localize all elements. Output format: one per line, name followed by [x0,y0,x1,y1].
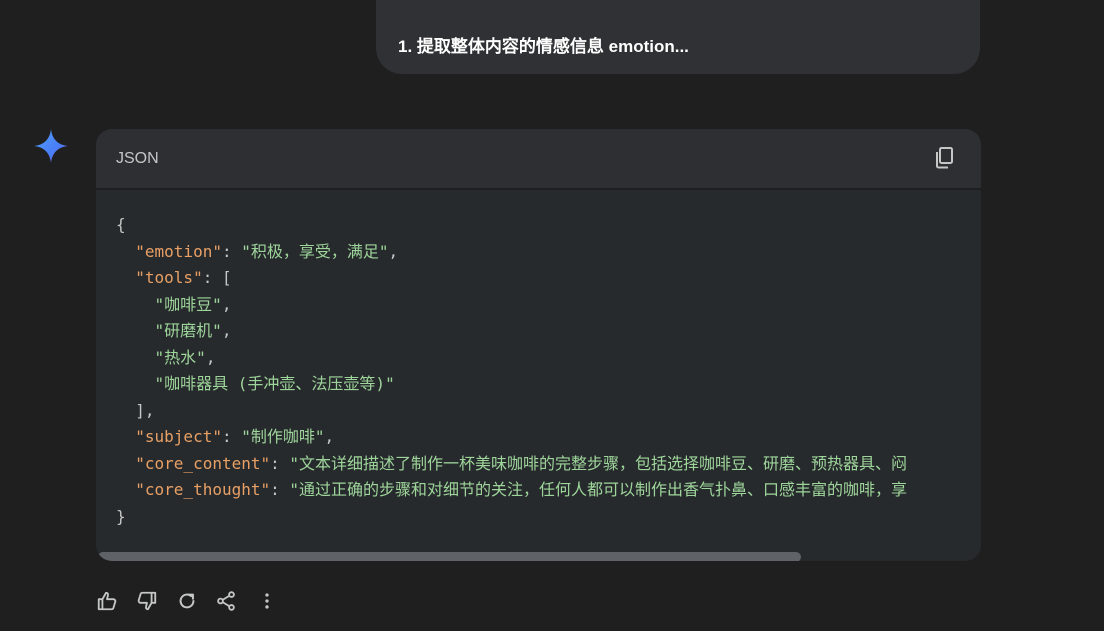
user-message-bubble: 1. 提取整体内容的情感信息 emotion... [376,0,980,74]
code-line: "热水", [154,347,216,367]
json-string: "通过正确的步骤和对细节的关注，任何人都可以制作出香气扑鼻、口感丰富的咖啡，享 [289,480,908,499]
code-block: JSON { "emotion": "积极，享受，满足", "tools": [… [96,129,981,561]
code-line: "subject": "制作咖啡", [135,427,335,446]
thumbs-down-button[interactable] [135,589,159,613]
bracket-open: [ [221,268,232,287]
code-language-label: JSON [116,150,159,167]
json-string: "研磨机" [154,321,222,340]
more-options-button[interactable] [255,589,279,613]
json-key: "core_thought" [135,480,271,499]
code-line: } [116,504,981,531]
more-options-icon [265,593,269,609]
json-string: "文本详细描述了制作一杯美味咖啡的完整步骤，包括选择咖啡豆、研磨、预热器具、闷 [289,453,908,473]
brace-close: } [116,506,126,526]
json-key: "tools" [135,268,203,287]
code-line: { [116,212,981,239]
code-line: ], [116,398,981,425]
thumbs-down-icon [137,591,157,611]
code-line: "研磨机", [154,321,232,340]
code-line: "咖啡器具 (手冲壶、法压壶等)" [116,371,981,398]
code-line: "咖啡豆", [154,294,232,314]
json-string: "咖啡豆" [154,294,222,314]
copy-code-button[interactable] [932,145,958,171]
code-line: "core_thought": "通过正确的步骤和对细节的关注，任何人都可以制作… [135,480,908,499]
regenerate-icon [179,593,195,609]
thumbs-up-icon [97,591,117,611]
gemini-sparkle-icon [34,129,68,163]
code-line: "emotion": "积极，享受，满足", [135,241,399,261]
copy-icon [936,147,953,169]
code-line: "tools": [ [135,268,232,287]
json-string: "积极，享受，满足" [241,241,389,261]
code-block-header: JSON [96,129,981,190]
thumbs-up-button[interactable] [95,589,119,613]
scrollbar-thumb[interactable] [98,552,801,561]
json-key: "core_content" [135,453,271,473]
bracket-close: ], [135,400,155,420]
json-key: "subject" [135,427,222,446]
horizontal-scrollbar[interactable] [96,547,981,561]
json-key: "emotion" [135,241,222,261]
regenerate-button[interactable] [175,589,199,613]
user-message-text: 1. 提取整体内容的情感信息 emotion... [398,37,689,56]
code-line: "core_content": "文本详细描述了制作一杯美味咖啡的完整步骤，包括… [135,453,908,473]
share-button[interactable] [214,589,238,613]
json-string: "咖啡器具 (手冲壶、法压壶等)" [154,374,395,393]
brace-open: { [116,215,126,234]
code-content: { "emotion": "积极，享受，满足", "tools": [ "咖啡豆… [116,212,981,530]
share-icon [217,591,235,611]
json-string: "热水" [154,347,206,367]
json-string: "制作咖啡" [241,427,325,446]
